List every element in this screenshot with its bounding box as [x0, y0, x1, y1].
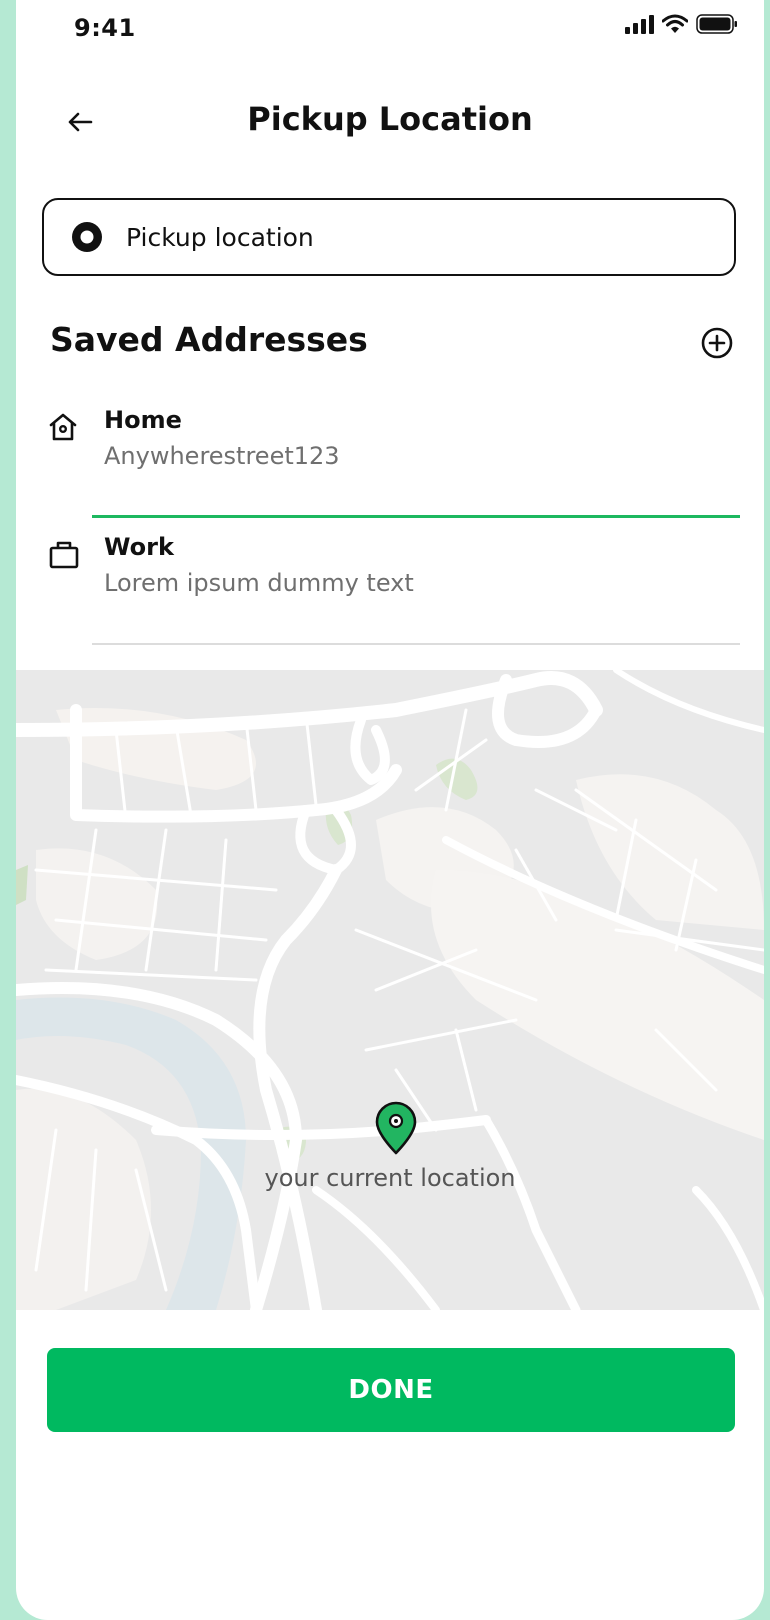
- map-view[interactable]: [16, 670, 764, 1310]
- done-button[interactable]: DONE: [47, 1348, 735, 1432]
- briefcase-icon: [49, 541, 79, 569]
- address-label: Home: [104, 406, 182, 434]
- status-time: 9:41: [74, 14, 136, 42]
- radio-dot-icon: [72, 222, 102, 252]
- saved-addresses-title: Saved Addresses: [50, 320, 368, 359]
- pickup-location-field[interactable]: [42, 198, 736, 276]
- page-title: Pickup Location: [247, 100, 533, 138]
- active-divider: [92, 515, 740, 518]
- address-label: Work: [104, 533, 174, 561]
- address-text: Lorem ipsum dummy text: [104, 569, 414, 597]
- address-item-work[interactable]: Work Lorem ipsum dummy text: [16, 527, 764, 645]
- plus-circle-icon[interactable]: [700, 326, 734, 360]
- header: Pickup Location: [16, 90, 764, 154]
- divider: [92, 643, 740, 645]
- address-item-home[interactable]: Home Anywherestreet123: [16, 400, 764, 518]
- status-icons: [624, 14, 738, 34]
- wifi-icon: [662, 14, 688, 33]
- status-bar: 9:41: [16, 0, 764, 60]
- phone-screen: 9:41 Pickup Location Pickup location Sav…: [16, 0, 764, 1620]
- map-pin-icon[interactable]: [373, 1100, 419, 1156]
- map-graphic: [16, 670, 764, 1310]
- current-location-label: your current location: [264, 1164, 516, 1192]
- address-text: Anywherestreet123: [104, 442, 340, 470]
- pickup-location-input[interactable]: [124, 221, 688, 253]
- battery-icon: [696, 14, 737, 34]
- home-icon: [49, 413, 77, 441]
- signal-icon: [625, 15, 654, 34]
